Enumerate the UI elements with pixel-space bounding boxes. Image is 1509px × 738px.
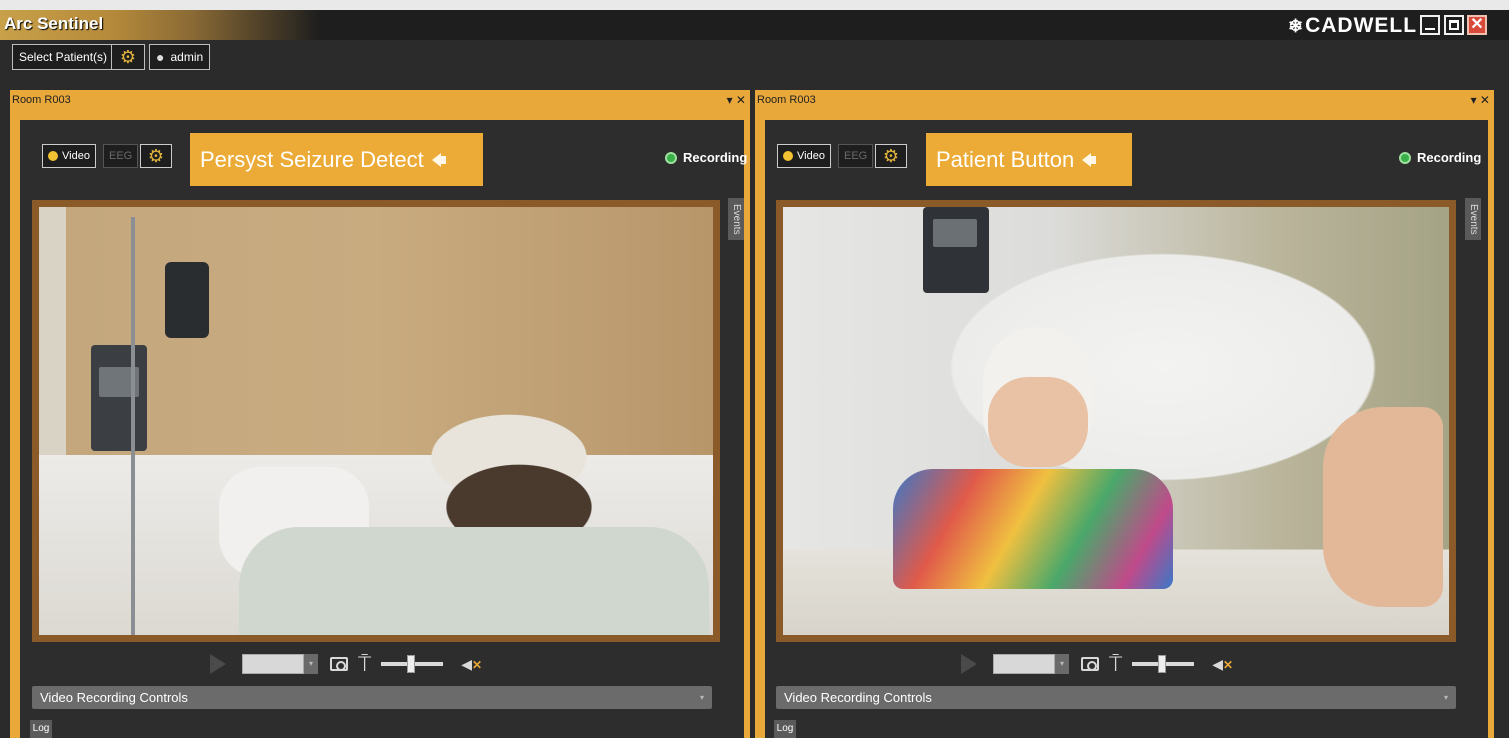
chevron-down-icon[interactable]: ▾: [1055, 654, 1069, 674]
alert-text: Patient Button: [936, 146, 1075, 172]
select-patients-button[interactable]: Select Patient(s): [12, 44, 115, 70]
blanket: [239, 527, 709, 635]
video-frame: [32, 200, 720, 642]
video-mode-label: Video: [797, 150, 825, 162]
log-button[interactable]: Log: [30, 720, 52, 738]
room-panel-1: Room R003 ▾ ✕ Video EEG ⚙ Persyst Seizur…: [10, 90, 750, 738]
person-icon: ●: [156, 49, 165, 65]
log-button[interactable]: Log: [774, 720, 796, 738]
room-label: Room R003: [757, 94, 816, 106]
video-dot-icon: [783, 151, 793, 161]
eeg-screen: [933, 219, 977, 247]
video-feed[interactable]: [39, 207, 713, 635]
minimize-button[interactable]: [1420, 15, 1440, 35]
alert-banner[interactable]: Persyst Seizure Detect: [190, 133, 483, 186]
alert-banner[interactable]: Patient Button: [926, 133, 1132, 186]
volume-thumb[interactable]: [1158, 655, 1167, 673]
playback-controls: ▾ ⍑ ◀✕: [210, 653, 482, 675]
cadwell-logo-text: CADWELL: [1305, 14, 1418, 37]
gear-icon: ⚙: [882, 146, 900, 166]
child-shirt: [893, 469, 1173, 589]
eeg-device: [91, 345, 147, 451]
device-holder: [165, 262, 209, 338]
person-icon[interactable]: ⍑: [358, 653, 371, 675]
maximize-button[interactable]: [1444, 15, 1464, 35]
caregiver-arm: [1323, 407, 1443, 607]
volume-slider[interactable]: [381, 655, 444, 673]
playback-controls: ▾ ⍑ ◀✕: [961, 653, 1233, 675]
play-icon[interactable]: [961, 654, 977, 674]
cadwell-logo: ❄CADWELL: [1288, 14, 1417, 38]
panel-settings-button[interactable]: ⚙: [875, 144, 907, 168]
camera-icon[interactable]: [330, 657, 348, 671]
recording-dot-icon: [1399, 151, 1411, 164]
video-recording-controls[interactable]: Video Recording Controls ▾: [32, 686, 712, 709]
cadwell-logo-mark: ❄: [1288, 16, 1305, 36]
mute-icon[interactable]: ◀✕: [461, 656, 482, 673]
video-recording-controls-label: Video Recording Controls: [784, 690, 932, 705]
user-label: admin: [170, 50, 204, 64]
person-icon[interactable]: ⍑: [1109, 653, 1122, 675]
recording-label: Recording: [683, 150, 748, 165]
chevron-down-icon: ▾: [699, 693, 704, 702]
eeg-mode-button[interactable]: EEG: [838, 144, 874, 168]
user-button[interactable]: ● admin: [149, 44, 211, 70]
eeg-mode-button[interactable]: EEG: [103, 144, 139, 168]
panel-controls[interactable]: ▾ ✕: [1471, 90, 1490, 110]
video-dot-icon: [48, 151, 58, 161]
recording-label: Recording: [1417, 150, 1482, 165]
video-feed[interactable]: [783, 207, 1449, 635]
title-bar: Arc Sentinel ❄CADWELL ✕: [0, 10, 1509, 40]
panel-content: Video EEG ⚙ Persyst Seizure Detect Recor…: [20, 120, 747, 738]
mute-icon[interactable]: ◀✕: [1212, 656, 1233, 673]
main-toolbar: Select Patient(s) ⚙ ● admin: [0, 40, 1509, 76]
panel-content: Video EEG ⚙ Patient Button Recording Eve…: [765, 120, 1488, 738]
speaker-icon[interactable]: [1082, 152, 1097, 167]
recording-dot-icon: [665, 151, 677, 164]
video-mode-button[interactable]: Video: [777, 144, 831, 168]
speed-input[interactable]: [993, 654, 1055, 674]
video-recording-controls[interactable]: Video Recording Controls ▾: [776, 686, 1456, 709]
gear-icon: ⚙: [147, 146, 165, 166]
gear-icon: ⚙: [119, 47, 137, 67]
recording-status: Recording: [665, 150, 747, 165]
panel-header: Room R003 ▾ ✕: [10, 90, 750, 110]
iv-pole: [131, 217, 135, 635]
speaker-icon[interactable]: [431, 152, 446, 167]
child-face: [988, 377, 1088, 467]
video-frame: [776, 200, 1456, 642]
settings-button[interactable]: ⚙: [111, 44, 145, 70]
video-recording-controls-label: Video Recording Controls: [40, 690, 188, 705]
top-strip: [0, 0, 1509, 10]
events-tab[interactable]: Events: [1465, 198, 1481, 240]
camera-icon[interactable]: [1081, 657, 1099, 671]
volume-thumb[interactable]: [407, 655, 416, 673]
speed-input[interactable]: [242, 654, 304, 674]
room-panel-2: Room R003 ▾ ✕ Video EEG ⚙ Patient Button…: [755, 90, 1494, 738]
room-label: Room R003: [12, 94, 71, 106]
app-title: Arc Sentinel: [4, 14, 104, 33]
video-mode-label: Video: [62, 150, 90, 162]
chevron-down-icon: ▾: [1443, 693, 1448, 702]
panel-settings-button[interactable]: ⚙: [140, 144, 172, 168]
panel-header: Room R003 ▾ ✕: [755, 90, 1494, 110]
volume-slider[interactable]: [1132, 655, 1195, 673]
events-tab[interactable]: Events: [728, 198, 744, 240]
chevron-down-icon[interactable]: ▾: [304, 654, 318, 674]
recording-status: Recording: [1399, 150, 1481, 165]
close-button[interactable]: ✕: [1467, 15, 1487, 35]
play-icon[interactable]: [210, 654, 226, 674]
panel-controls[interactable]: ▾ ✕: [727, 90, 746, 110]
alert-text: Persyst Seizure Detect: [200, 146, 424, 172]
video-mode-button[interactable]: Video: [42, 144, 96, 168]
